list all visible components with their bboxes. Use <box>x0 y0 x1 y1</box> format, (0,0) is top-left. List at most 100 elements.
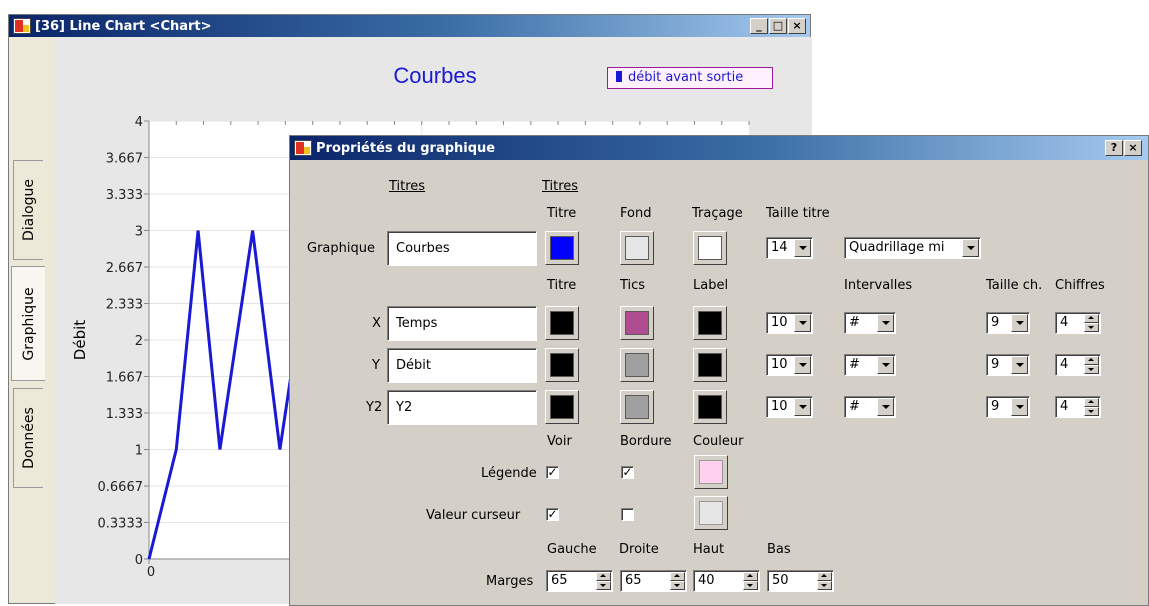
help-button[interactable]: ? <box>1105 140 1123 156</box>
axis-tics-color-button[interactable] <box>620 390 654 424</box>
chart-window-titlebar[interactable]: [36] Line Chart <Chart> _ □ × <box>9 15 810 37</box>
tab-donnees[interactable]: Données <box>13 388 43 488</box>
chevron-down-icon[interactable] <box>877 356 894 374</box>
graph-title-color-button[interactable] <box>545 231 579 265</box>
app-icon <box>13 18 31 34</box>
axis-size-select[interactable]: 10 <box>766 312 813 334</box>
tab-graphique[interactable]: Graphique <box>11 266 45 381</box>
axis-titre-color-button[interactable] <box>545 306 579 340</box>
chevron-down-icon[interactable] <box>794 314 811 332</box>
axis-titre-color-button[interactable] <box>545 348 579 382</box>
spin-up-icon[interactable] <box>1084 398 1099 407</box>
spin-down-icon[interactable] <box>743 581 758 590</box>
axis-chiffres-value: 4 <box>1060 357 1069 372</box>
axis-intervalles-value: # <box>849 399 860 414</box>
spin-down-icon[interactable] <box>596 581 611 590</box>
chevron-down-icon[interactable] <box>877 398 894 416</box>
y-tick-label: 0.6667 <box>98 480 144 495</box>
curseur-color-button[interactable] <box>694 496 728 530</box>
spin-up-icon[interactable] <box>1084 314 1099 323</box>
chevron-down-icon[interactable] <box>1011 398 1028 416</box>
spin-down-icon[interactable] <box>1084 365 1099 374</box>
dialog-titlebar[interactable]: Propriétés du graphique ? × <box>290 136 1148 160</box>
y-tick-label: 1.333 <box>106 407 143 422</box>
axis-taille-ch-select[interactable]: 9 <box>986 312 1030 334</box>
spin-down-icon[interactable] <box>1084 323 1099 332</box>
marge-bas-spinner[interactable]: 50 <box>767 570 834 592</box>
marge-bas-value: 50 <box>772 573 789 588</box>
axis-label-color-button[interactable] <box>693 306 727 340</box>
legende-bordure-checkbox[interactable]: ✓ <box>621 466 634 479</box>
chevron-down-icon[interactable] <box>1011 356 1028 374</box>
axis-intervalles-select[interactable]: # <box>844 396 896 418</box>
y-tick-label: 3 <box>135 225 143 240</box>
axis-taille-ch-value: 9 <box>991 399 1000 414</box>
chevron-down-icon[interactable] <box>794 239 811 257</box>
axis-chiffres-spinner[interactable]: 4 <box>1055 312 1101 334</box>
marge-haut-spinner[interactable]: 40 <box>693 570 760 592</box>
graph-title-field[interactable]: Courbes <box>387 231 537 266</box>
spin-up-icon[interactable] <box>670 572 685 581</box>
spin-up-icon[interactable] <box>743 572 758 581</box>
maximize-button[interactable]: □ <box>769 18 787 34</box>
spin-up-icon[interactable] <box>817 572 832 581</box>
curseur-bordure-checkbox[interactable] <box>621 508 634 521</box>
marge-droite-spinner[interactable]: 65 <box>620 570 687 592</box>
dialog-title: Propriétés du graphique <box>316 140 496 156</box>
tab-dialogue[interactable]: Dialogue <box>13 160 43 260</box>
spin-down-icon[interactable] <box>1084 407 1099 416</box>
axis-chiffres-value: 4 <box>1060 399 1069 414</box>
chart-title: Courbes <box>393 63 476 88</box>
axis-tics-color-swatch <box>625 311 649 335</box>
chevron-down-icon[interactable] <box>962 239 979 257</box>
taille-titre-value: 14 <box>771 240 788 255</box>
axis-label-color-swatch <box>698 311 722 335</box>
chart-legend[interactable]: débit avant sortie <box>607 67 773 89</box>
graph-tracage-color-button[interactable] <box>693 231 727 265</box>
axis-tics-color-button[interactable] <box>620 306 654 340</box>
grid-option-select[interactable]: Quadrillage mi <box>844 237 981 259</box>
chart-window-title: [36] Line Chart <Chart> <box>35 18 212 34</box>
axis-size-select[interactable]: 10 <box>766 396 813 418</box>
chevron-down-icon[interactable] <box>794 356 811 374</box>
axis-label-color-button[interactable] <box>693 390 727 424</box>
axis-size-select[interactable]: 10 <box>766 354 813 376</box>
y-tick-label: 2 <box>135 334 143 349</box>
axis-title-field[interactable]: Y2 <box>387 390 537 425</box>
minimize-button[interactable]: _ <box>750 18 768 34</box>
spin-up-icon[interactable] <box>596 572 611 581</box>
axis-chiffres-spinner[interactable]: 4 <box>1055 354 1101 376</box>
axis-taille-ch-select[interactable]: 9 <box>986 396 1030 418</box>
close-button[interactable]: × <box>788 18 806 34</box>
spin-down-icon[interactable] <box>670 581 685 590</box>
spin-up-icon[interactable] <box>1084 356 1099 365</box>
legende-color-button[interactable] <box>694 455 728 489</box>
header-label: Label <box>693 278 729 293</box>
legende-voir-checkbox[interactable]: ✓ <box>546 466 559 479</box>
axis-title-field[interactable]: Débit <box>387 348 537 383</box>
axis-titre-color-button[interactable] <box>545 390 579 424</box>
dialog-close-button[interactable]: × <box>1124 140 1142 156</box>
axis-label-color-swatch <box>698 353 722 377</box>
axis-chiffres-spinner[interactable]: 4 <box>1055 396 1101 418</box>
dialog-app-icon <box>294 140 312 156</box>
header-intervalles: Intervalles <box>844 278 913 293</box>
curseur-voir-checkbox[interactable]: ✓ <box>546 508 559 521</box>
axis-titre-color-swatch <box>550 311 574 335</box>
axis-title-field[interactable]: Temps <box>387 306 537 341</box>
axis-intervalles-select[interactable]: # <box>844 312 896 334</box>
chevron-down-icon[interactable] <box>877 314 894 332</box>
marge-gauche-spinner[interactable]: 65 <box>546 570 613 592</box>
marge-gauche-value: 65 <box>551 573 568 588</box>
axis-label-color-button[interactable] <box>693 348 727 382</box>
axis-tics-color-button[interactable] <box>620 348 654 382</box>
axis-taille-ch-select[interactable]: 9 <box>986 354 1030 376</box>
chevron-down-icon[interactable] <box>1011 314 1028 332</box>
taille-titre-select[interactable]: 14 <box>766 237 813 259</box>
axis-intervalles-select[interactable]: # <box>844 354 896 376</box>
spin-down-icon[interactable] <box>817 581 832 590</box>
chevron-down-icon[interactable] <box>794 398 811 416</box>
graph-fond-color-button[interactable] <box>620 231 654 265</box>
header-titre: Titre <box>547 206 577 221</box>
axis-taille-ch-value: 9 <box>991 315 1000 330</box>
